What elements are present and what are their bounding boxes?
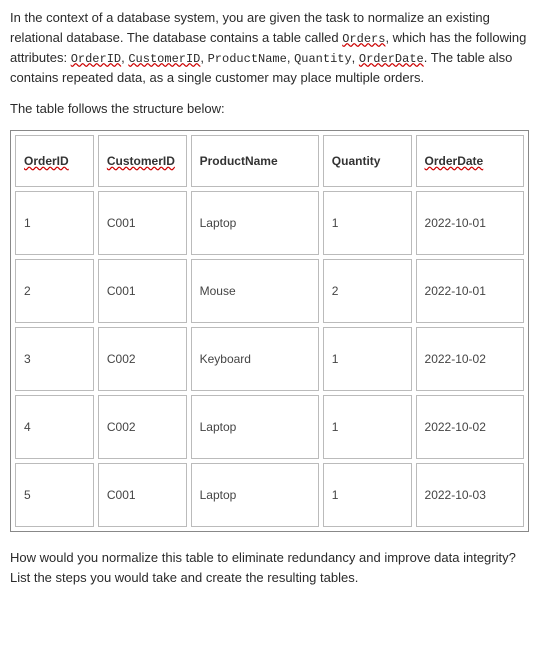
cell-productname: Keyboard: [191, 327, 319, 391]
cell-quantity: 1: [323, 191, 412, 255]
sep: ,: [352, 50, 359, 65]
table-header-row: OrderID CustomerID ProductName Quantity …: [15, 135, 524, 187]
table-row: 3 C002 Keyboard 1 2022-10-02: [15, 327, 524, 391]
cell-orderid: 4: [15, 395, 94, 459]
cell-orderid: 1: [15, 191, 94, 255]
intro-paragraph: In the context of a database system, you…: [10, 8, 529, 87]
cell-orderid: 2: [15, 259, 94, 323]
cell-productname: Laptop: [191, 191, 319, 255]
cell-customerid: C002: [98, 327, 187, 391]
table-row: 5 C001 Laptop 1 2022-10-03: [15, 463, 524, 527]
cell-orderdate: 2022-10-01: [416, 191, 524, 255]
col-orderid: OrderID: [15, 135, 94, 187]
sep: ,: [287, 50, 294, 65]
cell-productname: Laptop: [191, 395, 319, 459]
attr-productname: ProductName: [208, 52, 287, 66]
attr-orderid: OrderID: [71, 52, 121, 66]
cell-productname: Mouse: [191, 259, 319, 323]
col-productname: ProductName: [191, 135, 319, 187]
sep: ,: [200, 50, 207, 65]
attr-quantity: Quantity: [294, 52, 352, 66]
col-orderdate: OrderDate: [416, 135, 524, 187]
cell-orderid: 5: [15, 463, 94, 527]
orders-table: OrderID CustomerID ProductName Quantity …: [11, 131, 528, 531]
cell-orderdate: 2022-10-03: [416, 463, 524, 527]
question-text: How would you normalize this table to el…: [10, 548, 529, 587]
cell-quantity: 2: [323, 259, 412, 323]
cell-orderdate: 2022-10-01: [416, 259, 524, 323]
cell-orderid: 3: [15, 327, 94, 391]
cell-customerid: C002: [98, 395, 187, 459]
attr-orderdate: OrderDate: [359, 52, 424, 66]
table-row: 1 C001 Laptop 1 2022-10-01: [15, 191, 524, 255]
col-customerid: CustomerID: [98, 135, 187, 187]
table-name-code: Orders: [342, 32, 385, 46]
cell-orderdate: 2022-10-02: [416, 395, 524, 459]
attr-customerid: CustomerID: [128, 52, 200, 66]
table-row: 4 C002 Laptop 1 2022-10-02: [15, 395, 524, 459]
cell-quantity: 1: [323, 463, 412, 527]
col-quantity: Quantity: [323, 135, 412, 187]
cell-quantity: 1: [323, 395, 412, 459]
cell-customerid: C001: [98, 463, 187, 527]
cell-orderdate: 2022-10-02: [416, 327, 524, 391]
table-row: 2 C001 Mouse 2 2022-10-01: [15, 259, 524, 323]
structure-line: The table follows the structure below:: [10, 101, 529, 116]
orders-table-container: OrderID CustomerID ProductName Quantity …: [10, 130, 529, 532]
cell-productname: Laptop: [191, 463, 319, 527]
cell-customerid: C001: [98, 191, 187, 255]
cell-customerid: C001: [98, 259, 187, 323]
cell-quantity: 1: [323, 327, 412, 391]
